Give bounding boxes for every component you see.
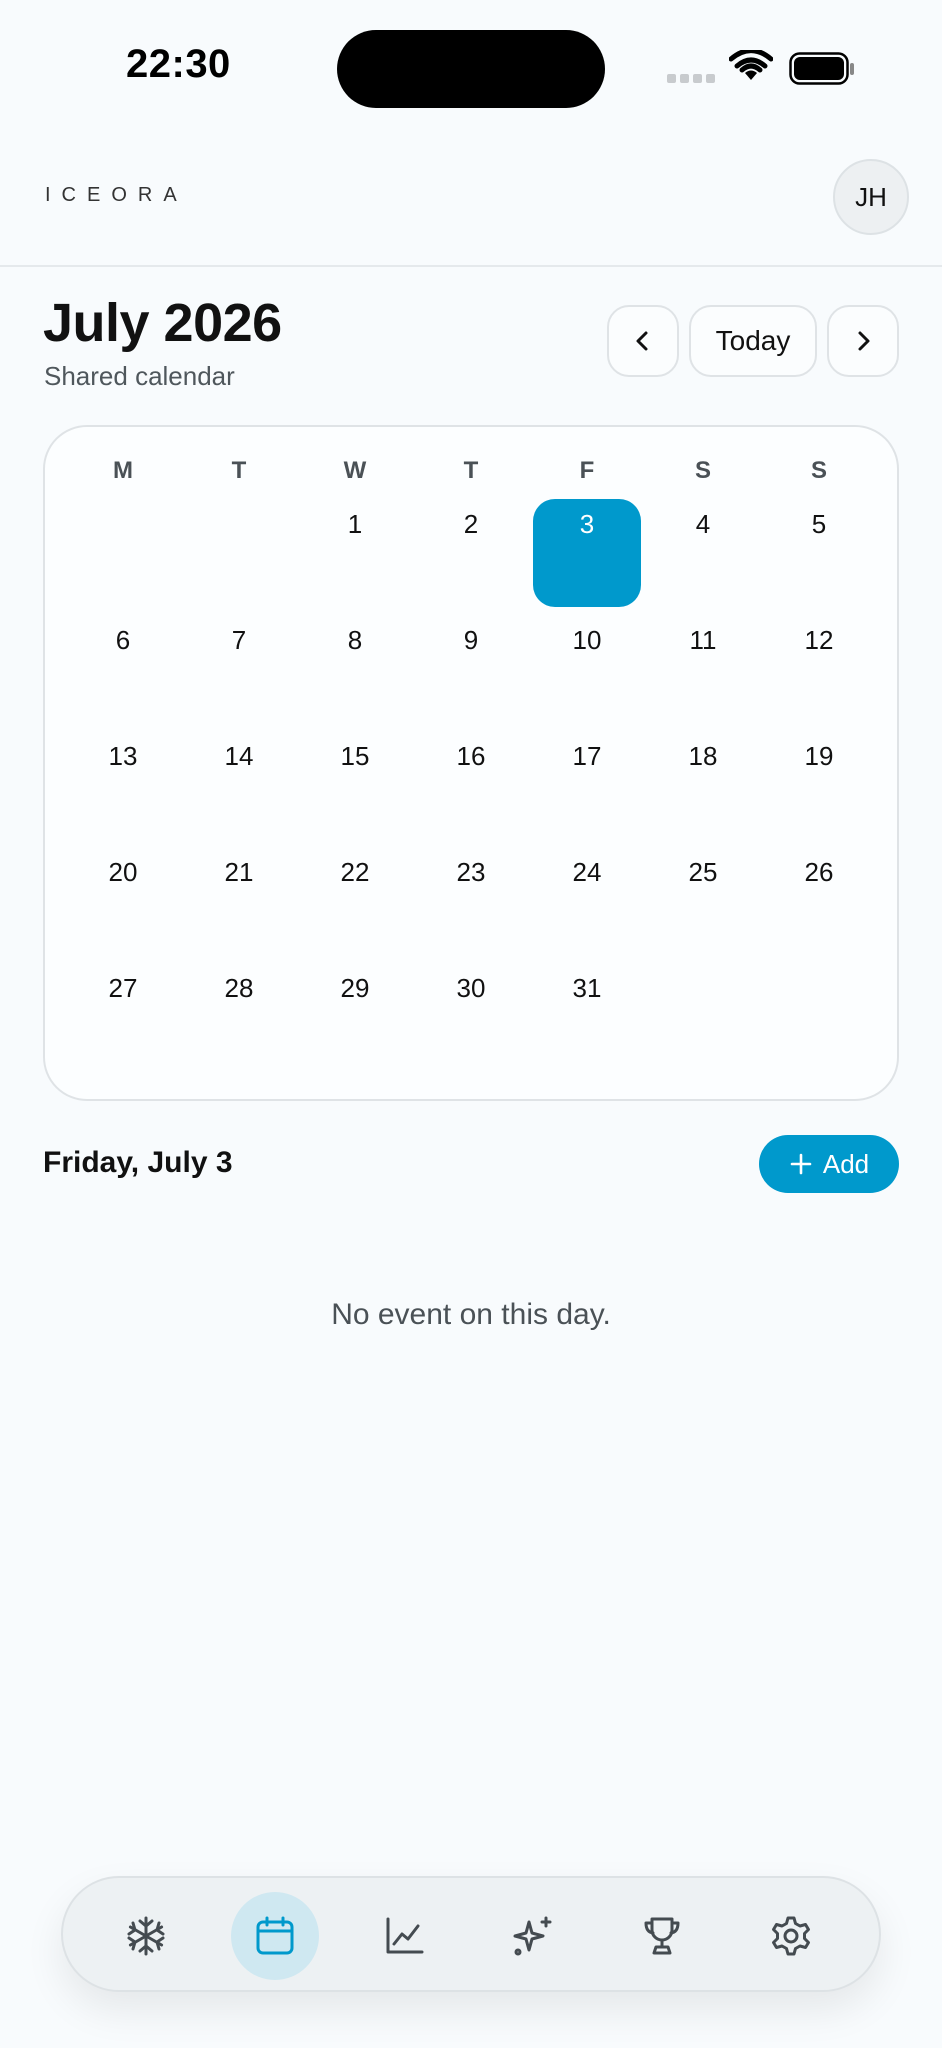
weekday-header: F bbox=[579, 457, 595, 484]
weekday-header: S bbox=[810, 457, 827, 484]
sparkles-icon bbox=[513, 1916, 552, 1956]
calendar-day[interactable]: 28 bbox=[185, 963, 293, 1071]
calendar-day[interactable]: 23 bbox=[417, 847, 525, 955]
today-button[interactable]: Today bbox=[689, 305, 817, 377]
dynamic-island bbox=[337, 30, 605, 108]
plus-icon bbox=[790, 1153, 812, 1175]
calendar-day[interactable]: 20 bbox=[69, 847, 177, 955]
trophy-icon bbox=[644, 1917, 680, 1955]
calendar-day[interactable]: 6 bbox=[69, 615, 177, 723]
tab-snowflake[interactable] bbox=[102, 1892, 190, 1980]
month-title: July 2026 bbox=[43, 293, 282, 353]
status-time: 22:30 bbox=[126, 42, 231, 86]
battery-icon bbox=[789, 52, 854, 85]
tab-settings[interactable] bbox=[747, 1892, 835, 1980]
calendar-day[interactable]: 14 bbox=[185, 731, 293, 839]
chevron-left-icon bbox=[636, 331, 648, 351]
calendar-day[interactable]: 8 bbox=[301, 615, 409, 723]
gear-icon bbox=[772, 1916, 810, 1956]
user-avatar[interactable]: JH bbox=[833, 159, 909, 235]
calendar-day[interactable]: 27 bbox=[69, 963, 177, 1071]
calendar-day[interactable]: 13 bbox=[69, 731, 177, 839]
weekday-header: S bbox=[694, 457, 711, 484]
line-chart-icon bbox=[386, 1917, 424, 1954]
calendar-day[interactable]: 21 bbox=[185, 847, 293, 955]
calendar-day[interactable]: 24 bbox=[533, 847, 641, 955]
brand-logo: ICEORA bbox=[45, 184, 188, 206]
cellular-signal-icon bbox=[667, 74, 715, 83]
calendar-day[interactable]: 29 bbox=[301, 963, 409, 1071]
chevron-right-icon bbox=[858, 331, 870, 351]
snowflake-icon bbox=[127, 1916, 165, 1956]
calendar-day[interactable]: 18 bbox=[649, 731, 757, 839]
calendar-day[interactable]: 11 bbox=[649, 615, 757, 723]
calendar-icon bbox=[256, 1916, 294, 1955]
app-screen: 22:30 ICEORA JH July 2026 Shared calenda… bbox=[0, 0, 942, 2048]
bottom-tab-bar bbox=[61, 1876, 881, 1992]
previous-month-button[interactable] bbox=[607, 305, 679, 377]
tab-calendar[interactable] bbox=[231, 1892, 319, 1980]
weekday-header: W bbox=[343, 457, 367, 484]
calendar-day[interactable]: 4 bbox=[649, 499, 757, 607]
next-month-button[interactable] bbox=[827, 305, 899, 377]
weekday-header: T bbox=[231, 457, 247, 484]
calendar-day[interactable]: 19 bbox=[765, 731, 873, 839]
tab-stats[interactable] bbox=[360, 1892, 448, 1980]
calendar-day[interactable]: 31 bbox=[533, 963, 641, 1071]
weekday-header: T bbox=[463, 457, 479, 484]
wifi-icon bbox=[729, 50, 773, 80]
calendar-day-selected[interactable]: 3 bbox=[533, 499, 641, 607]
calendar-day[interactable]: 16 bbox=[417, 731, 525, 839]
calendar-day[interactable]: 26 bbox=[765, 847, 873, 955]
calendar-day[interactable]: 17 bbox=[533, 731, 641, 839]
calendar-grid: M T W T F S S 1 2 3 4 5 6 7 8 9 10 11 12 13 14 15 16 17 18 19 20 21… bbox=[43, 425, 899, 1101]
tab-sparkles[interactable] bbox=[489, 1892, 577, 1980]
calendar-day[interactable]: 15 bbox=[301, 731, 409, 839]
calendar-day[interactable]: 22 bbox=[301, 847, 409, 955]
empty-state-message: No event on this day. bbox=[331, 1298, 611, 1331]
calendar-day[interactable]: 12 bbox=[765, 615, 873, 723]
add-event-label: Add bbox=[822, 1148, 870, 1179]
calendar-day[interactable]: 10 bbox=[533, 615, 641, 723]
calendar-day[interactable]: 25 bbox=[649, 847, 757, 955]
calendar-subtitle: Shared calendar bbox=[44, 361, 235, 391]
calendar-day[interactable]: 9 bbox=[417, 615, 525, 723]
add-event-button[interactable]: Add bbox=[759, 1135, 899, 1193]
calendar-day[interactable]: 30 bbox=[417, 963, 525, 1071]
selected-day-title: Friday, July 3 bbox=[43, 1146, 233, 1179]
calendar-day[interactable]: 1 bbox=[301, 499, 409, 607]
weekday-header: M bbox=[113, 457, 133, 484]
calendar-day[interactable]: 5 bbox=[765, 499, 873, 607]
calendar-day[interactable]: 2 bbox=[417, 499, 525, 607]
calendar-day[interactable]: 7 bbox=[185, 615, 293, 723]
header-divider bbox=[0, 265, 942, 267]
tab-trophy[interactable] bbox=[618, 1892, 706, 1980]
